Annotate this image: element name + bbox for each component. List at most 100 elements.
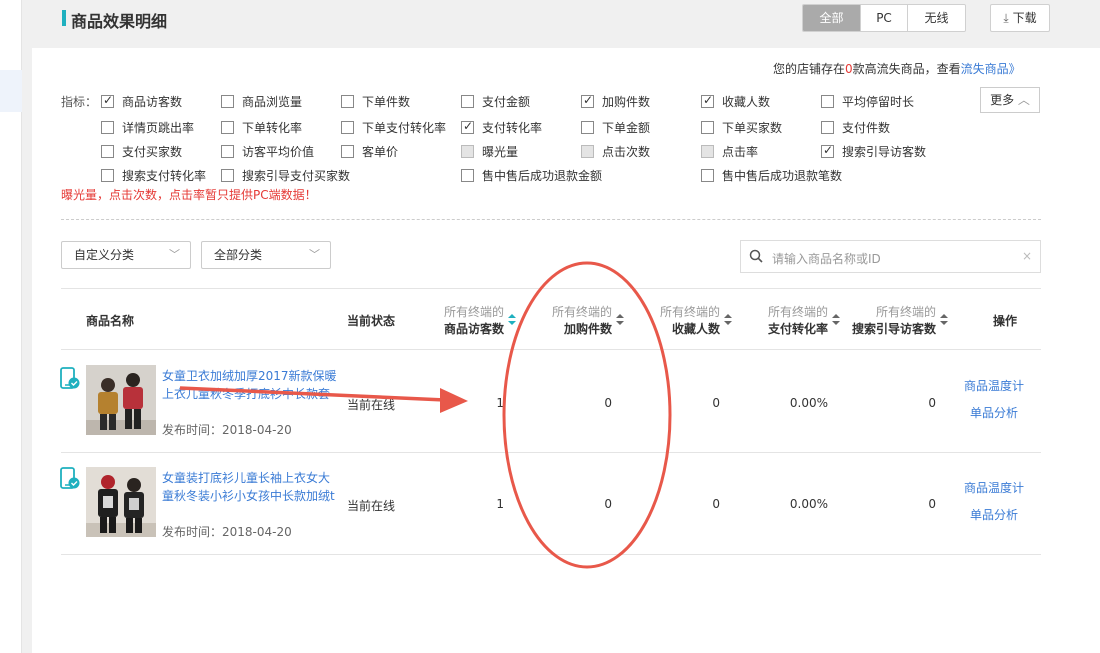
product-title-line1[interactable]: 女童装打底衫儿童长袖上衣女大 (162, 469, 340, 487)
checkbox-icon[interactable] (221, 144, 234, 158)
checkbox-icon[interactable] (701, 93, 714, 108)
checkbox-icon[interactable] (821, 120, 834, 134)
sidebar-selected-item[interactable] (0, 70, 22, 112)
single-item-analysis-link[interactable]: 单品分析 (970, 404, 1018, 421)
metric-checkbox[interactable]: 支付金额 (461, 93, 530, 109)
product-search-box[interactable]: 请输入商品名称或ID × (740, 240, 1041, 273)
header-conv-main: 支付转化率 (767, 322, 828, 336)
sort-icon[interactable] (832, 314, 840, 326)
checkbox-icon[interactable] (221, 94, 234, 108)
sort-icon[interactable] (508, 314, 516, 326)
metric-checkbox-label: 点击次数 (602, 144, 651, 159)
lost-products-link[interactable]: 流失商品》 (961, 62, 1021, 76)
clear-icon[interactable]: × (1022, 249, 1032, 263)
row-divider (61, 452, 1041, 453)
metric-checkbox-label: 搜索引导访客数 (842, 144, 927, 159)
metric-checkbox[interactable]: 详情页跳出率 (101, 119, 194, 135)
checkbox-icon (581, 144, 594, 158)
checkbox-icon[interactable] (341, 144, 354, 158)
metric-checkbox[interactable]: 搜索引导支付买家数 (221, 167, 350, 183)
chevron-up-icon: ︿ (1017, 93, 1030, 107)
product-title-line2[interactable]: 童秋冬装小衫小女孩中长款加绒t (162, 487, 340, 505)
header-search[interactable]: 所有终端的 搜索引导访客数 (850, 303, 936, 337)
checkbox-icon[interactable] (101, 120, 114, 134)
header-visitors[interactable]: 所有终端的 商品访客数 (440, 303, 504, 337)
metric-checkbox[interactable]: 平均停留时长 (821, 93, 914, 109)
lost-products-notice: 您的店铺存在0款高流失商品，查看流失商品》 (773, 60, 1021, 77)
product-thumbnail[interactable] (86, 365, 156, 435)
metric-checkbox[interactable]: 访客平均价值 (221, 143, 314, 159)
metric-checkbox[interactable]: 下单件数 (341, 93, 410, 109)
search-placeholder: 请输入商品名称或ID (772, 252, 881, 266)
metric-checkbox[interactable]: 下单支付转化率 (341, 119, 446, 135)
checkbox-icon[interactable] (461, 168, 474, 182)
metric-checkbox[interactable]: 加购件数 (581, 93, 650, 109)
checkbox-icon[interactable] (101, 144, 114, 158)
segment-wireless[interactable]: 无线 (908, 5, 965, 31)
product-thermometer-link[interactable]: 商品温度计 (964, 479, 1024, 496)
product-title-line2[interactable]: 上衣儿童秋冬季打底衫中长款套 (162, 385, 340, 403)
fav-cell: 0 (712, 497, 720, 511)
metric-checkbox[interactable]: 支付件数 (821, 119, 890, 135)
checkbox-icon[interactable] (101, 168, 114, 182)
metric-checkbox[interactable]: 下单买家数 (701, 119, 782, 135)
checkbox-icon[interactable] (581, 93, 594, 108)
metric-checkbox[interactable]: 支付转化率 (461, 119, 542, 135)
metric-checkbox[interactable]: 支付买家数 (101, 143, 182, 159)
sort-icon[interactable] (616, 314, 624, 326)
metric-checkbox-label: 搜索支付转化率 (122, 168, 207, 183)
metric-checkbox[interactable]: 下单转化率 (221, 119, 302, 135)
all-category-select[interactable]: 全部分类 ﹀ (201, 241, 331, 269)
row-divider (61, 554, 1041, 555)
checkbox-icon[interactable] (221, 168, 234, 182)
checkbox-icon[interactable] (821, 94, 834, 108)
checkbox-icon[interactable] (581, 120, 594, 134)
segment-all[interactable]: 全部 (803, 5, 861, 31)
checkbox-icon[interactable] (341, 120, 354, 134)
chevron-down-icon: ﹀ (169, 248, 180, 261)
metric-checkbox[interactable]: 下单金额 (581, 119, 650, 135)
header-conv[interactable]: 所有终端的 支付转化率 (764, 303, 828, 337)
metric-checkbox[interactable]: 搜索支付转化率 (101, 167, 206, 183)
header-cart[interactable]: 所有终端的 加购件数 (548, 303, 612, 337)
metric-checkbox-label: 支付买家数 (122, 144, 183, 159)
metric-checkbox-label: 支付件数 (842, 120, 891, 135)
publish-date: 发布时间：2018-04-20 (162, 525, 292, 539)
checkbox-icon[interactable] (701, 168, 714, 182)
metric-checkbox[interactable]: 收藏人数 (701, 93, 770, 109)
metric-checkbox[interactable]: 售中售后成功退款笔数 (701, 167, 842, 183)
download-button[interactable]: ⤓ 下载 (990, 4, 1050, 32)
header-fav[interactable]: 所有终端的 收藏人数 (656, 303, 720, 337)
metric-checkbox[interactable]: 商品浏览量 (221, 93, 302, 109)
more-metrics-button[interactable]: 更多 ︿ (980, 87, 1040, 113)
visitors-cell: 1 (496, 396, 504, 410)
product-thermometer-link[interactable]: 商品温度计 (964, 377, 1024, 394)
metric-checkbox-label: 曝光量 (482, 144, 519, 159)
custom-category-select[interactable]: 自定义分类 ﹀ (61, 241, 191, 269)
metric-checkbox[interactable]: 客单价 (341, 143, 398, 159)
metric-checkbox[interactable]: 搜索引导访客数 (821, 143, 926, 159)
checkbox-icon[interactable] (461, 94, 474, 108)
table-header-bottom-line (61, 349, 1041, 350)
sort-icon[interactable] (940, 314, 948, 326)
single-item-analysis-link[interactable]: 单品分析 (970, 506, 1018, 523)
product-title-line1[interactable]: 女童卫衣加绒加厚2017新款保暖 (162, 367, 340, 385)
search-icon (749, 249, 763, 263)
segment-pc[interactable]: PC (861, 5, 908, 31)
metric-checkbox-label: 平均停留时长 (842, 94, 915, 109)
checkbox-icon[interactable] (341, 94, 354, 108)
download-label: 下载 (1012, 11, 1037, 25)
page-title: 商品效果明细 (71, 12, 168, 31)
checkbox-icon[interactable] (821, 143, 834, 158)
metric-checkbox[interactable]: 售中售后成功退款金额 (461, 167, 602, 183)
metric-checkbox-label: 下单件数 (362, 94, 411, 109)
sort-icon[interactable] (724, 314, 732, 326)
metric-checkbox[interactable]: 商品访客数 (101, 93, 182, 109)
header-fav-main: 收藏人数 (671, 322, 720, 336)
metric-checkbox: 点击次数 (581, 143, 650, 159)
checkbox-icon[interactable] (461, 119, 474, 134)
product-thumbnail[interactable] (86, 467, 156, 537)
checkbox-icon[interactable] (101, 93, 114, 108)
checkbox-icon[interactable] (221, 120, 234, 134)
checkbox-icon[interactable] (701, 120, 714, 134)
